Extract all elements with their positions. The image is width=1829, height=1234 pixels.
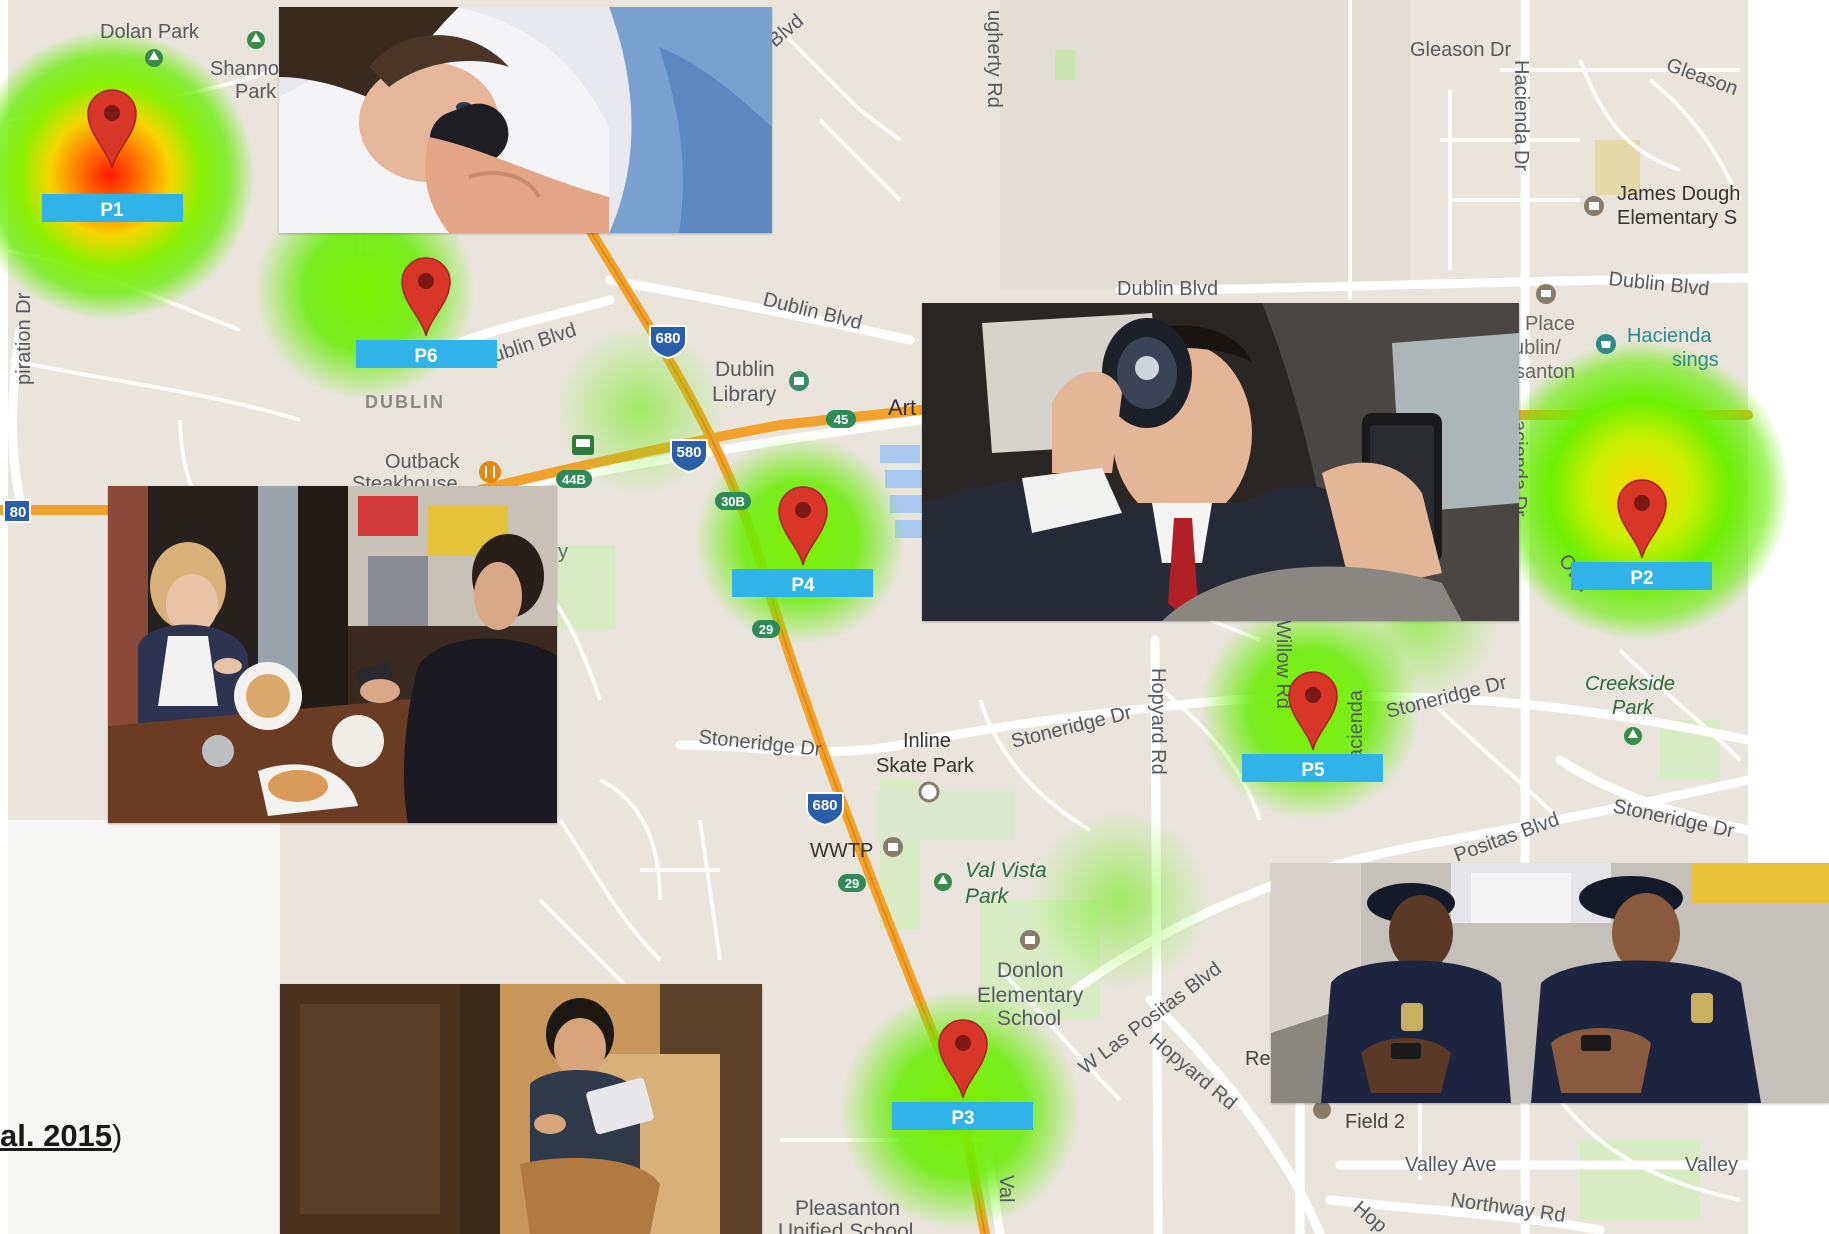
road-inspiration-dr: piration Dr (13, 292, 35, 385)
photo-police-officers (1271, 863, 1829, 1103)
photo-police-officers-art (1271, 863, 1829, 1103)
road-valley-right: Valley (1685, 1154, 1738, 1176)
school-icon-james (1584, 196, 1604, 216)
photo-restaurant-diners-art (108, 486, 557, 823)
place-val-vista-2: Park (965, 885, 1010, 908)
shield-80: 80 (3, 499, 31, 523)
place-inline-skate: Inline (903, 730, 951, 752)
marker-label-p4: P4 (791, 575, 815, 596)
svg-text:29: 29 (759, 622, 773, 637)
svg-text:580: 580 (676, 444, 701, 461)
marker-label-p1: P1 (100, 200, 124, 221)
place-hotel: Place (1525, 313, 1575, 335)
place-creekside: Creekside (1585, 673, 1675, 695)
photo-driver-texting-art (922, 303, 1519, 621)
park-icon-creekside (1624, 727, 1642, 745)
place-hotel-3: santon (1515, 361, 1575, 383)
place-dublin-library: Dublin (715, 358, 775, 381)
svg-text:29: 29 (845, 876, 859, 891)
place-james-dougherty-2: Elementary S (1617, 207, 1737, 229)
place-val-vista: Val Vista (965, 859, 1047, 882)
photo-person-in-bed (279, 7, 772, 233)
place-donlon-3: School (997, 1007, 1061, 1030)
road-hacienda-dr: Hacienda Dr (1510, 60, 1532, 172)
library-icon (789, 371, 809, 391)
svg-text:44B: 44B (562, 472, 586, 487)
svg-text:80: 80 (10, 504, 27, 521)
photo-toilet-tablet (280, 984, 762, 1234)
citation-close-paren: ) (112, 1118, 123, 1153)
place-hacienda-crossings-2: sings (1672, 349, 1719, 371)
marker-label-p6: P6 (414, 346, 437, 367)
road-hopyard-rd: Hopyard Rd (1147, 668, 1169, 775)
field-icon (1313, 1101, 1331, 1119)
place-dublin-library-2: Library (712, 383, 777, 406)
place-art: Art (888, 395, 916, 420)
road-dublin-blvd-top: Dublin Blvd (1117, 278, 1218, 300)
place-field2: Field 2 (1345, 1111, 1405, 1133)
exit-30b: 30B (715, 492, 751, 510)
place-james-dougherty: James Dough (1617, 183, 1740, 205)
exit-45: 45 (826, 410, 856, 428)
figure: Dolan Park Shanno Park DUBLIN Outback St… (0, 0, 1829, 1234)
transit-icon (572, 435, 594, 455)
marker-label-p2: P2 (1630, 568, 1653, 589)
place-hacienda-crossings: Hacienda (1627, 325, 1712, 347)
exit-44b: 44B (556, 470, 592, 488)
place-donlon-2: Elementary (977, 984, 1084, 1007)
school-icon-donlon (1020, 930, 1040, 950)
place-wwtp: WWTP (810, 840, 873, 862)
road-valley-ave: Valley Ave (1405, 1154, 1497, 1176)
place-dolan-park: Dolan Park (100, 21, 200, 43)
building-icon-wwtp (883, 837, 903, 857)
photo-driver-texting (922, 303, 1519, 621)
svg-text:680: 680 (812, 797, 837, 814)
park-icon-shannon (247, 31, 265, 49)
photo-toilet-tablet-art (280, 984, 762, 1234)
place-creekside-2: Park (1612, 697, 1654, 719)
skate-park-icon (918, 781, 940, 803)
marker-label-p3: P3 (951, 1108, 974, 1129)
place-shannon-park-2: Park (235, 81, 277, 103)
exit-29a: 29 (752, 620, 780, 638)
place-y-frag: y (558, 541, 568, 563)
citation-text: al. 2015) (0, 1118, 122, 1154)
marker-label-p5: P5 (1301, 760, 1325, 781)
svg-text:30B: 30B (721, 494, 745, 509)
place-inline-skate-2: Skate Park (876, 755, 975, 777)
place-donlon: Donlon (997, 959, 1064, 982)
photo-person-in-bed-art (279, 7, 772, 233)
place-outback: Outback (385, 451, 460, 473)
shopping-icon (1596, 334, 1616, 354)
park-icon-dolan (145, 49, 163, 67)
citation-year: al. 2015 (0, 1118, 113, 1153)
svg-text:45: 45 (834, 412, 848, 427)
road-dougherty-rd: ugherty Rd (983, 10, 1005, 108)
svg-text:680: 680 (655, 330, 680, 347)
place-pleasanton-usd: Pleasanton (795, 1197, 900, 1220)
exit-29b: 29 (838, 874, 866, 892)
road-hacienda-bottom: acienda (1345, 689, 1367, 760)
hotel-icon (1536, 284, 1556, 304)
place-pleasanton-usd-2: Unified School (778, 1220, 913, 1234)
photo-restaurant-diners (108, 486, 557, 823)
road-gleason-dr: Gleason Dr (1410, 39, 1511, 61)
road-fragment: Val (995, 1175, 1017, 1202)
place-hotel-2: ublin/ (1513, 337, 1561, 359)
park-icon-val-vista (934, 873, 952, 891)
place-dublin-city: DUBLIN (365, 392, 445, 412)
place-shannon-park: Shanno (210, 58, 279, 80)
restaurant-icon (479, 461, 501, 483)
